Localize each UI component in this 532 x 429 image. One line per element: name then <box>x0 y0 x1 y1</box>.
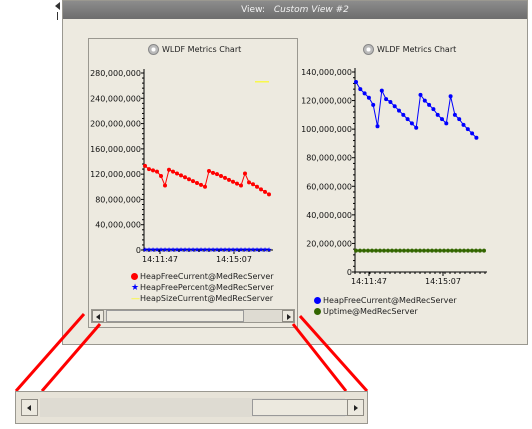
scroll-left-button[interactable] <box>21 399 38 416</box>
enlarged-horizontal-scrollbar[interactable] <box>15 391 368 424</box>
scroll-thumb[interactable] <box>252 399 348 416</box>
arrow-left-icon <box>27 405 31 411</box>
zoom-callout-lines <box>14 313 369 392</box>
scroll-right-button[interactable] <box>347 399 364 416</box>
arrow-right-icon <box>354 405 358 411</box>
